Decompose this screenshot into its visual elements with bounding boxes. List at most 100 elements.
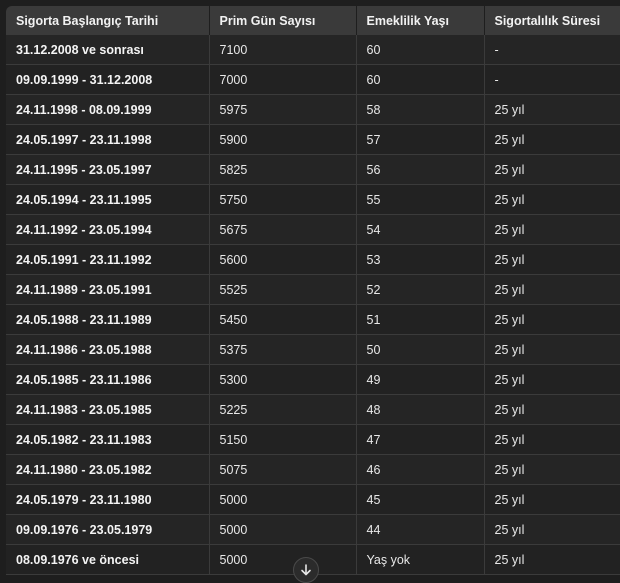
cell-insurance-duration: 25 yıl <box>484 334 620 365</box>
table-row: 24.05.1994 - 23.11.1995 5750 55 25 yıl <box>6 184 620 215</box>
table-row: 24.11.1986 - 23.05.1988 5375 50 25 yıl <box>6 334 620 365</box>
cell-premium-days: 7100 <box>209 35 357 65</box>
table-row: 24.11.1998 - 08.09.1999 5975 58 25 yıl <box>6 94 620 125</box>
table-body: 31.12.2008 ve sonrası 7100 60-09.09.1999 -… <box>6 35 620 575</box>
cell-premium-days: 5000 <box>209 544 357 575</box>
cell-premium-days: 5900 <box>209 124 357 155</box>
cell-retirement-age: 57 <box>356 124 485 155</box>
cell-date-range: 24.05.1979 - 23.11.1980 <box>6 484 210 515</box>
table-row: 24.11.1995 - 23.05.1997 5825 56 25 yıl <box>6 154 620 185</box>
cell-insurance-duration: 25 yıl <box>484 544 620 575</box>
cell-insurance-duration: 25 yıl <box>484 454 620 485</box>
cell-insurance-duration: 25 yıl <box>484 154 620 185</box>
cell-premium-days: 5225 <box>209 394 357 425</box>
cell-retirement-age: 56 <box>356 154 485 185</box>
cell-retirement-age: 51 <box>356 304 485 335</box>
cell-premium-days: 5375 <box>209 334 357 365</box>
cell-insurance-duration: 25 yıl <box>484 214 620 245</box>
cell-premium-days: 5300 <box>209 364 357 395</box>
cell-retirement-age: 53 <box>356 244 485 275</box>
cell-premium-days: 5075 <box>209 454 357 485</box>
cell-insurance-duration: - <box>484 64 620 95</box>
cell-retirement-age: 55 <box>356 184 485 215</box>
cell-insurance-duration: 25 yıl <box>484 244 620 275</box>
cell-retirement-age: 48 <box>356 394 485 425</box>
cell-date-range: 24.05.1985 - 23.11.1986 <box>6 364 210 395</box>
cell-premium-days: 5450 <box>209 304 357 335</box>
cell-date-range: 09.09.1999 - 31.12.2008 <box>6 64 210 95</box>
cell-retirement-age: Yaş yok <box>356 544 485 575</box>
cell-retirement-age: 60 <box>356 35 485 65</box>
cell-date-range: 24.11.1986 - 23.05.1988 <box>6 334 210 365</box>
table-row: 24.05.1979 - 23.11.1980 5000 45 25 yıl <box>6 484 620 515</box>
cell-date-range: 31.12.2008 ve sonrası <box>6 35 210 65</box>
retirement-table-container: Sigorta Başlangıç Tarihi Prim Gün Sayısı… <box>6 6 620 583</box>
header-premium-days: Prim Gün Sayısı <box>209 6 357 35</box>
table-row: 09.09.1976 - 23.05.1979 5000 44 25 yıl <box>6 514 620 545</box>
cell-date-range: 24.05.1988 - 23.11.1989 <box>6 304 210 335</box>
cell-retirement-age: 45 <box>356 484 485 515</box>
cell-retirement-age: 44 <box>356 514 485 545</box>
table-row: 09.09.1999 - 31.12.2008 7000 60- <box>6 64 620 95</box>
cell-insurance-duration: 25 yıl <box>484 274 620 305</box>
cell-date-range: 24.05.1994 - 23.11.1995 <box>6 184 210 215</box>
cell-premium-days: 5000 <box>209 514 357 545</box>
cell-insurance-duration: 25 yıl <box>484 364 620 395</box>
cell-retirement-age: 52 <box>356 274 485 305</box>
cell-date-range: 24.11.1995 - 23.05.1997 <box>6 154 210 185</box>
cell-retirement-age: 47 <box>356 424 485 455</box>
cell-insurance-duration: 25 yıl <box>484 94 620 125</box>
header-row: Sigorta Başlangıç Tarihi Prim Gün Sayısı… <box>6 6 620 35</box>
table-row: 24.11.1992 - 23.05.1994 5675 54 25 yıl <box>6 214 620 245</box>
cell-date-range: 24.11.1989 - 23.05.1991 <box>6 274 210 305</box>
table-row: 24.05.1988 - 23.11.1989 5450 51 25 yıl <box>6 304 620 335</box>
cell-insurance-duration: - <box>484 35 620 65</box>
header-insurance-start-date: Sigorta Başlangıç Tarihi <box>6 6 210 35</box>
table-row: 31.12.2008 ve sonrası 7100 60- <box>6 35 620 65</box>
table-row: 24.05.1997 - 23.11.1998 5900 57 25 yıl <box>6 124 620 155</box>
cell-insurance-duration: 25 yıl <box>484 184 620 215</box>
cell-retirement-age: 58 <box>356 94 485 125</box>
table-row: 24.05.1982 - 23.11.1983 5150 47 25 yıl <box>6 424 620 455</box>
scroll-down-button[interactable] <box>293 557 319 583</box>
cell-date-range: 24.11.1983 - 23.05.1985 <box>6 394 210 425</box>
cell-premium-days: 7000 <box>209 64 357 95</box>
cell-insurance-duration: 25 yıl <box>484 514 620 545</box>
cell-retirement-age: 49 <box>356 364 485 395</box>
cell-premium-days: 5750 <box>209 184 357 215</box>
retirement-table: Sigorta Başlangıç Tarihi Prim Gün Sayısı… <box>6 6 620 575</box>
cell-premium-days: 5825 <box>209 154 357 185</box>
cell-retirement-age: 50 <box>356 334 485 365</box>
cell-retirement-age: 60 <box>356 64 485 95</box>
table-row: 24.11.1983 - 23.05.1985 5225 48 25 yıl <box>6 394 620 425</box>
cell-insurance-duration: 25 yıl <box>484 124 620 155</box>
cell-insurance-duration: 25 yıl <box>484 304 620 335</box>
cell-date-range: 24.11.1998 - 08.09.1999 <box>6 94 210 125</box>
cell-date-range: 08.09.1976 ve öncesi <box>6 544 210 575</box>
header-insurance-duration: Sigortalılık Süresi <box>484 6 620 35</box>
cell-retirement-age: 54 <box>356 214 485 245</box>
cell-insurance-duration: 25 yıl <box>484 394 620 425</box>
arrow-down-icon <box>301 564 311 576</box>
header-retirement-age: Emeklilik Yaşı <box>356 6 485 35</box>
cell-date-range: 24.05.1991 - 23.11.1992 <box>6 244 210 275</box>
cell-retirement-age: 46 <box>356 454 485 485</box>
table-row: 24.11.1980 - 23.05.1982 5075 46 25 yıl <box>6 454 620 485</box>
cell-date-range: 24.11.1980 - 23.05.1982 <box>6 454 210 485</box>
cell-insurance-duration: 25 yıl <box>484 424 620 455</box>
cell-date-range: 09.09.1976 - 23.05.1979 <box>6 514 210 545</box>
table-row: 24.05.1991 - 23.11.1992 5600 53 25 yıl <box>6 244 620 275</box>
cell-date-range: 24.11.1992 - 23.05.1994 <box>6 214 210 245</box>
table-header: Sigorta Başlangıç Tarihi Prim Gün Sayısı… <box>6 6 620 35</box>
cell-premium-days: 5525 <box>209 274 357 305</box>
cell-premium-days: 5600 <box>209 244 357 275</box>
cell-premium-days: 5675 <box>209 214 357 245</box>
cell-premium-days: 5000 <box>209 484 357 515</box>
cell-date-range: 24.05.1997 - 23.11.1998 <box>6 124 210 155</box>
table-row: 24.11.1989 - 23.05.1991 5525 52 25 yıl <box>6 274 620 305</box>
cell-insurance-duration: 25 yıl <box>484 484 620 515</box>
cell-premium-days: 5975 <box>209 94 357 125</box>
cell-date-range: 24.05.1982 - 23.11.1983 <box>6 424 210 455</box>
table-row: 24.05.1985 - 23.11.1986 5300 49 25 yıl <box>6 364 620 395</box>
cell-premium-days: 5150 <box>209 424 357 455</box>
